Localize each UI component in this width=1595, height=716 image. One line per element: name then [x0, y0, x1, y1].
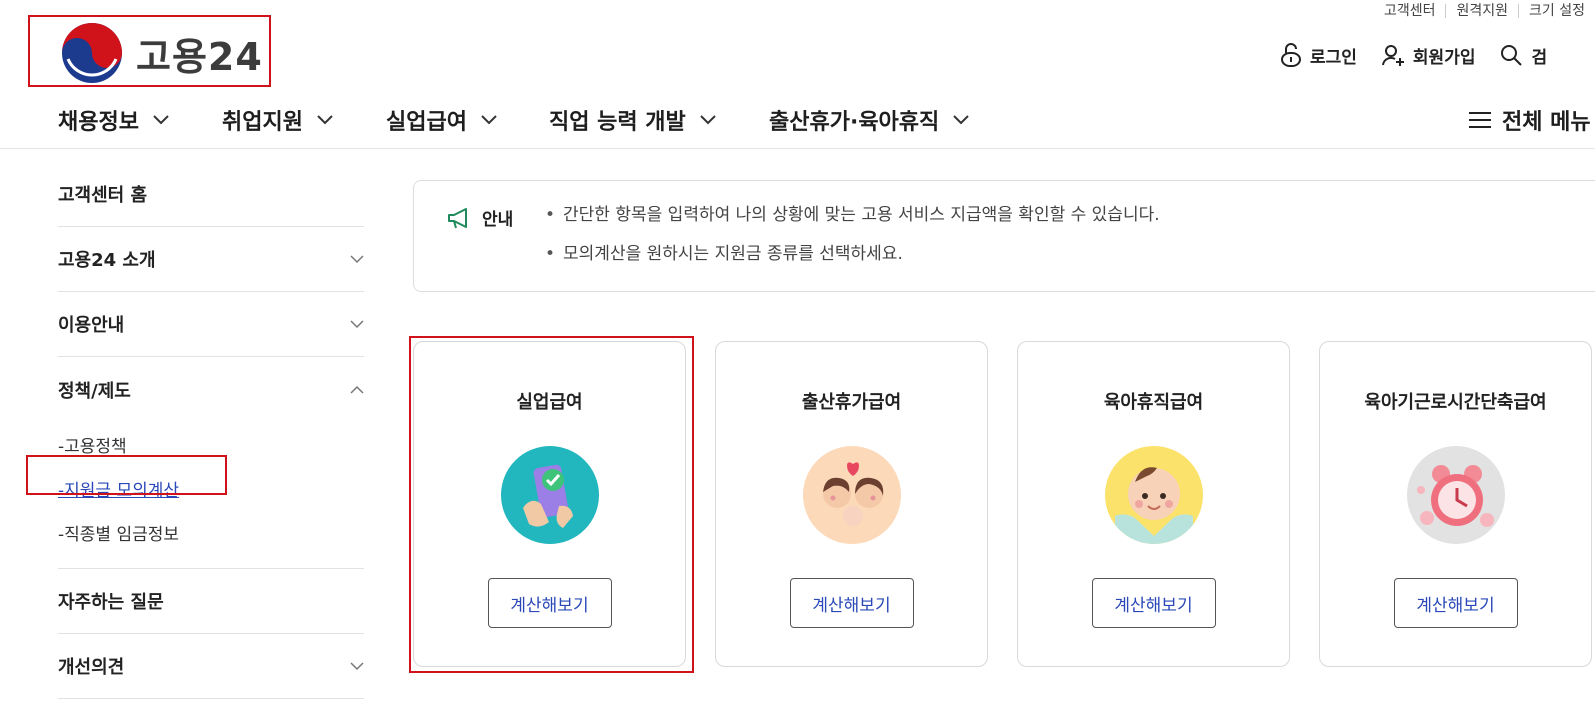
sidebar-item-policy[interactable]: 정책/제도 [58, 357, 364, 422]
login-label: 로그인 [1310, 47, 1357, 68]
login-link[interactable]: 로그인 [1280, 42, 1357, 68]
notice-list: 간단한 항목을 입력하여 나의 상황에 맞는 고용 서비스 지급액을 확인할 수… [545, 203, 1160, 281]
sidebar-item-label: 정책/제도 [58, 380, 131, 402]
sidebar-item-label: 고용24 소개 [58, 250, 156, 271]
chevron-down-icon [953, 115, 969, 125]
all-menu-label: 전체 메뉴 [1502, 110, 1591, 135]
gnb-label: 채용정보 [58, 110, 139, 135]
main-nav: 채용정보 취업지원 실업급여 직업 능력 개발 출산휴가·육아휴직 전체 메뉴 [0, 96, 1595, 149]
utility-font-size[interactable]: 크기 설정 [1518, 4, 1595, 18]
notice-label: 안내 [482, 210, 514, 230]
sidebar-item-label: 자주하는 질문 [58, 592, 164, 613]
chevron-down-icon [350, 661, 364, 670]
calculate-button[interactable]: 계산해보기 [1393, 578, 1518, 628]
card-title: 육아휴직급여 [1103, 392, 1204, 413]
submenu-label: -직종별 임금정보 [58, 524, 180, 545]
gnb-label: 취업지원 [222, 110, 303, 135]
sidebar-item-home[interactable]: 고객센터 홈 [58, 162, 364, 227]
signup-link[interactable]: 회원가입 [1381, 43, 1476, 68]
user-plus-icon [1381, 45, 1404, 66]
gnb-item-skills-development[interactable]: 직업 능력 개발 [549, 104, 716, 136]
notice-line: 간단한 항목을 입력하여 나의 상황에 맞는 고용 서비스 지급액을 확인할 수… [545, 203, 1160, 242]
card-maternity-leave-benefit: 출산휴가급여 계산해보기 [715, 341, 988, 667]
megaphone-icon [448, 207, 467, 228]
gnb-item-parental-leave[interactable]: 출산휴가·육아휴직 [769, 104, 969, 136]
gnb-item-unemployment-benefit[interactable]: 실업급여 [386, 104, 497, 136]
submenu-item-wage-info[interactable]: -직종별 임금정보 [58, 510, 364, 554]
notice-box: 안내 간단한 항목을 입력하여 나의 상황에 맞는 고용 서비스 지급액을 확인… [413, 180, 1595, 292]
sidebar-item-label: 고객센터 홈 [58, 185, 148, 206]
gnb-label: 실업급여 [386, 110, 467, 135]
chevron-down-icon [350, 319, 364, 328]
all-menu-button[interactable]: 전체 메뉴 [1468, 104, 1591, 136]
logo-highlight-box [28, 15, 271, 87]
signup-label: 회원가입 [1412, 47, 1476, 68]
policy-submenu: -고용정책 -지원금 모의계산 -직종별 임금정보 [58, 422, 364, 569]
hamburger-icon [1469, 112, 1491, 128]
gnb-item-jobs[interactable]: 채용정보 [58, 104, 169, 136]
gnb-label: 직업 능력 개발 [549, 110, 686, 135]
search-link[interactable]: 검 [1499, 43, 1547, 68]
family-icon [802, 446, 901, 544]
search-label: 검 [1531, 47, 1548, 68]
sidebar-item-label: 이용안내 [58, 315, 125, 336]
search-icon [1501, 45, 1523, 66]
chevron-up-icon [350, 385, 364, 394]
baby-icon [1104, 446, 1203, 544]
utility-remote-support[interactable]: 원격지원 [1445, 4, 1518, 18]
notice-line: 모의계산을 원하시는 지원금 종류를 선택하세요. [545, 242, 1160, 281]
calculate-button[interactable]: 계산해보기 [1091, 578, 1216, 628]
chevron-down-icon [153, 115, 169, 125]
gnb-item-employment-support[interactable]: 취업지원 [222, 104, 333, 136]
card-reduced-hours-benefit: 육아기근로시간단축급여 계산해보기 [1319, 341, 1592, 667]
card-title: 육아기근로시간단축급여 [1364, 392, 1547, 413]
chevron-down-icon [700, 115, 716, 125]
card-title: 출산휴가급여 [801, 392, 902, 413]
notice-header: 안내 [446, 205, 513, 230]
chevron-down-icon [350, 254, 364, 263]
sidebar-item-guide[interactable]: 이용안내 [58, 292, 364, 357]
chevron-down-icon [317, 115, 333, 125]
account-actions: 로그인 회원가입 검 [1280, 42, 1571, 68]
card-parental-leave-benefit: 육아휴직급여 계산해보기 [1017, 341, 1290, 667]
lock-icon [1281, 43, 1301, 67]
sidebar: 고객센터 홈 고용24 소개 이용안내 정책/제도 -고용정책 -지원금 모의계… [58, 162, 364, 699]
sidebar-item-label: 개선의견 [58, 657, 125, 678]
alarm-clock-icon [1406, 446, 1505, 544]
calculate-button[interactable]: 계산해보기 [789, 578, 914, 628]
chevron-down-icon [481, 115, 497, 125]
utility-customer-center[interactable]: 고객센터 [1374, 4, 1446, 18]
sidebar-item-feedback[interactable]: 개선의견 [58, 634, 364, 699]
utility-nav: 고객센터 원격지원 크기 설정 [1374, 0, 1595, 22]
sidebar-item-faq[interactable]: 자주하는 질문 [58, 569, 364, 634]
submenu-highlight-box [26, 455, 227, 495]
sidebar-item-intro[interactable]: 고용24 소개 [58, 227, 364, 292]
gnb-label: 출산휴가·육아휴직 [769, 110, 940, 135]
card-highlight-box [409, 336, 694, 673]
submenu-label: -고용정책 [58, 436, 127, 457]
